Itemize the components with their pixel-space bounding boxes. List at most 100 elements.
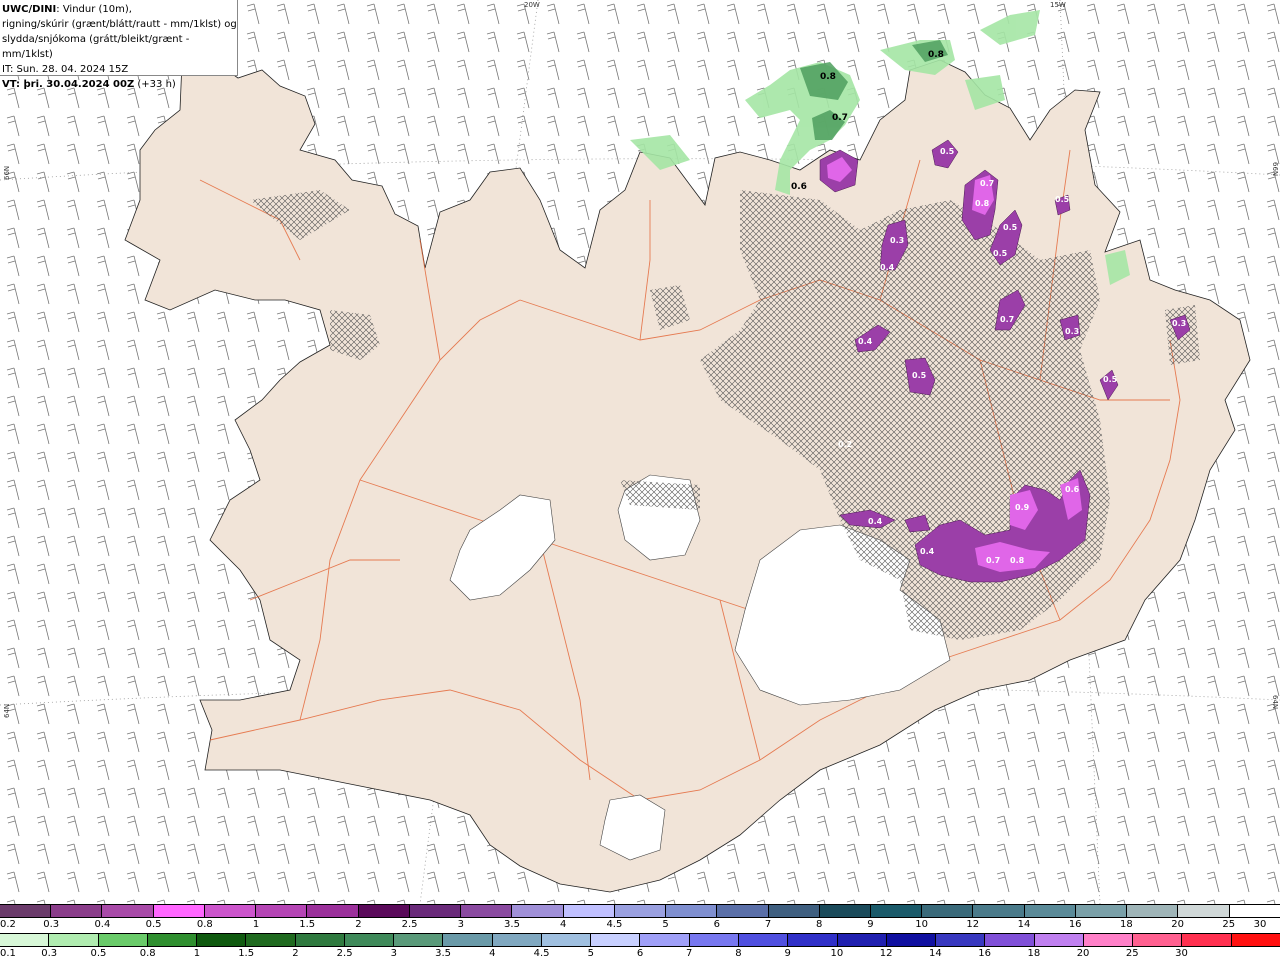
snow-swatch — [922, 905, 974, 917]
lat-label-66n-left: 66N — [3, 165, 11, 180]
rain-swatch — [0, 934, 50, 946]
purple-label: 0.7 — [980, 179, 994, 188]
snow-tick-label: 0.8 — [196, 919, 213, 930]
info-line-2: rigning/skúrir (grænt/blátt/rautt - mm/1… — [2, 19, 237, 30]
rain-tick-label: 12 — [879, 948, 893, 959]
model-name: UWC/DINI — [2, 4, 57, 15]
purple-label: 0.5 — [912, 371, 927, 380]
lat-label-64n-left: 64N — [3, 703, 11, 718]
snow-tick-label: 30 — [1253, 919, 1267, 930]
snow-swatch — [1178, 905, 1230, 917]
snow-tick-label: 5 — [662, 919, 669, 930]
rain-swatch — [1083, 934, 1134, 946]
rain-swatch — [837, 934, 887, 946]
snow-tick-label: 1.5 — [299, 919, 316, 930]
rain-swatch — [1034, 934, 1084, 946]
snow-swatch — [1229, 905, 1280, 917]
rain-tick-label: 9 — [784, 948, 791, 959]
rain-tick-label: 5 — [587, 948, 594, 959]
green-label: 0.6 — [791, 182, 807, 192]
rain-tick-label: 3 — [390, 948, 398, 959]
snow-swatch — [153, 905, 205, 917]
purple-label: 0.5 — [940, 147, 955, 156]
rain-tick-label: 10 — [830, 948, 844, 959]
snow-swatch — [563, 905, 615, 917]
rain-swatch — [1231, 934, 1280, 946]
rain-tick-label: 6 — [636, 948, 644, 959]
snow-tick-label: 7 — [764, 919, 772, 930]
purple-label: 0.3 — [1065, 327, 1079, 336]
purple-label: 0.5 — [993, 249, 1008, 258]
weather-map: 0.8 0.8 0.7 0.6 0.5 0.7 0.8 0.5 0.5 0.3 … — [0, 0, 1280, 904]
purple-label: 0.8 — [975, 199, 990, 208]
snow-tick-label: 0.2 — [0, 919, 16, 930]
snow-swatch — [0, 905, 52, 917]
purple-label: 0.4 — [920, 547, 935, 556]
snow-swatch — [870, 905, 923, 917]
snow-swatch — [51, 905, 103, 917]
snow-tick-label: 1 — [252, 919, 260, 930]
snow-tick-label: 4.5 — [606, 919, 623, 930]
info-line-3: slydda/snjókoma (grátt/bleikt/grænt - mm… — [2, 34, 190, 60]
rain-tick-label: 8 — [735, 948, 742, 959]
info-title-line: UWC/DINI: Vindur (10m), — [2, 2, 237, 17]
green-label: 0.8 — [928, 50, 944, 60]
purple-label: 0.5 — [1055, 195, 1070, 204]
rain-tick-label: 14 — [929, 948, 942, 959]
snow-swatch — [102, 905, 154, 917]
rain-tick-label: 4.5 — [533, 948, 550, 959]
purple-label: 0.9 — [1015, 503, 1030, 512]
rain-tick-label: 1 — [193, 948, 201, 959]
rain-tick-label: 25 — [1125, 948, 1139, 959]
rain-swatch — [49, 934, 99, 946]
rain-swatch — [1182, 934, 1232, 946]
rain-tick-label: 0.5 — [90, 948, 107, 959]
rain-swatch — [985, 934, 1035, 946]
rain-tick-label: 0.1 — [0, 948, 16, 959]
snow-tick-label: 2 — [355, 919, 362, 930]
snow-swatch — [409, 905, 462, 917]
lon-label-15w: 15W — [1050, 1, 1066, 9]
snow-tick-label: 20 — [1171, 919, 1184, 930]
purple-label: 0.3 — [1172, 319, 1186, 328]
rain-tick-label: 2.5 — [336, 948, 353, 959]
snow-swatch — [256, 905, 308, 917]
snow-legend-labels: 0.2 0.3 0.4 0.5 0.8 1 1.5 2 2.5 3 3.5 4 4.5 5 6 7 8 9 10 12… — [0, 919, 1280, 933]
purple-label: 0.7 — [986, 556, 1000, 565]
rain-swatch — [147, 934, 198, 946]
snow-tick-label: 14 — [1017, 919, 1031, 930]
snow-swatch — [1024, 905, 1076, 917]
rain-swatch — [492, 934, 542, 946]
snow-tick-label: 9 — [867, 919, 874, 930]
snow-swatch — [1127, 905, 1179, 917]
rain-tick-label: 0.3 — [41, 948, 58, 959]
rain-tick-label: 30 — [1175, 948, 1188, 959]
rain-tick-label: 2 — [292, 948, 299, 959]
snow-swatch — [768, 905, 820, 917]
rain-swatch — [98, 934, 148, 946]
snow-tick-label: 16 — [1068, 919, 1082, 930]
snow-tick-label: 18 — [1120, 919, 1133, 930]
valid-time-line: VT: þri. 30.04.2024 00Z (+33 h) — [2, 77, 237, 92]
green-label: 0.8 — [820, 72, 836, 82]
snow-tick-label: 25 — [1222, 919, 1236, 930]
purple-label: 0.8 — [1010, 556, 1025, 565]
rain-tick-label: 16 — [978, 948, 991, 959]
rain-tick-label: 3.5 — [435, 948, 452, 959]
snow-swatch — [973, 905, 1025, 917]
rain-swatch — [689, 934, 739, 946]
snow-swatch — [512, 905, 564, 917]
snow-tick-label: 8 — [816, 919, 823, 930]
snow-swatch — [204, 905, 257, 917]
lead-time: (+33 h) — [134, 79, 176, 90]
snow-legend-bar — [0, 904, 1280, 918]
purple-label: 0.3 — [890, 236, 904, 245]
snow-tick-label: 12 — [966, 919, 980, 930]
snow-swatch — [614, 905, 667, 917]
lat-label-64n-right: 64N — [1271, 695, 1279, 710]
purple-label: 0.6 — [1065, 485, 1080, 494]
rain-swatch — [788, 934, 838, 946]
rain-swatch — [197, 934, 247, 946]
rain-tick-label: 18 — [1027, 948, 1041, 959]
snow-swatch — [1075, 905, 1128, 917]
